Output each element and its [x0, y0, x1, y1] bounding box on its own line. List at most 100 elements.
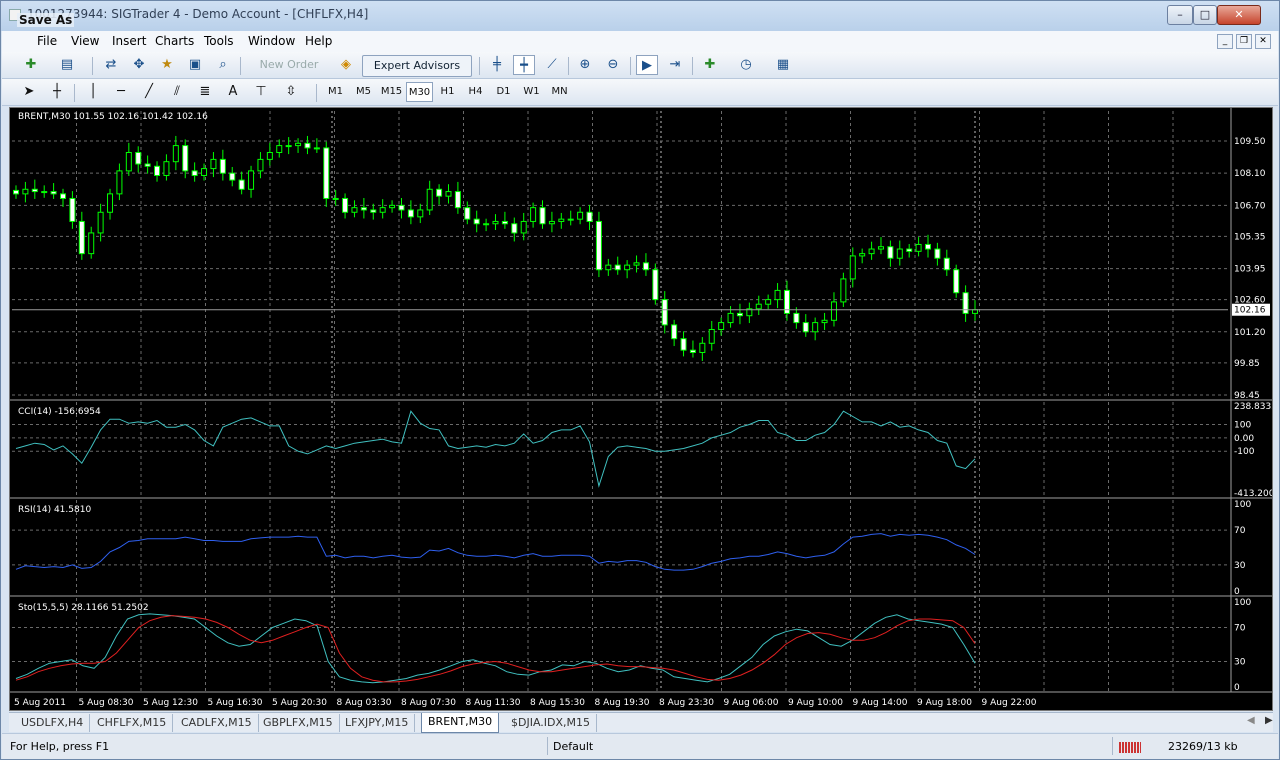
timeframe-mn[interactable]: MN: [546, 82, 573, 102]
tab-cadlfx-m15[interactable]: CADLFX,M15: [175, 714, 259, 732]
timeframe-w1[interactable]: W1: [518, 82, 545, 102]
expert-advisors-button[interactable]: Expert Advisors: [362, 55, 472, 77]
chart-canvas[interactable]: 109.50108.10106.70105.35103.95102.60101.…: [10, 108, 1272, 710]
candle: [943, 257, 950, 271]
candle: [680, 338, 687, 351]
auto-scroll-icon[interactable]: ▶: [636, 55, 658, 75]
chart-window[interactable]: 109.50 108.10 106.70 105.35 103.95 102.60 101.…: [9, 107, 1273, 711]
new-order-button[interactable]: New Order: [248, 55, 330, 77]
meta-editor-icon[interactable]: ◈: [335, 55, 357, 75]
time-axis-label: 8 Aug 07:30: [401, 698, 456, 708]
horizontal-line-icon[interactable]: ─: [110, 82, 132, 102]
timeframe-m1[interactable]: M1: [322, 82, 349, 102]
trendline-icon[interactable]: ╱: [138, 82, 160, 102]
candle: [342, 197, 349, 213]
candle: [398, 204, 405, 211]
templates-icon[interactable]: ▦: [772, 55, 794, 75]
tab-scroll-right-icon[interactable]: ▶: [1265, 715, 1273, 726]
text-label-icon[interactable]: ⊤: [250, 82, 272, 102]
candle: [877, 246, 884, 250]
timeframe-h4[interactable]: H4: [462, 82, 489, 102]
candle: [736, 312, 743, 317]
market-watch-icon[interactable]: ⇄: [100, 55, 122, 75]
connection-status-icon: [1119, 742, 1141, 753]
mdi-restore-button[interactable]: ❐: [1236, 34, 1252, 49]
traffic-counter: 23269/13 kb: [1168, 740, 1238, 753]
menu-file[interactable]: File: [37, 34, 57, 48]
cci-14--line: [15, 410, 976, 488]
candle: [558, 218, 565, 222]
candle: [633, 262, 640, 266]
cursor-icon[interactable]: ➤: [18, 82, 40, 102]
bar-chart-icon[interactable]: ╪: [486, 55, 508, 75]
terminal-icon[interactable]: ▣: [184, 55, 206, 75]
timeframe-d1[interactable]: D1: [490, 82, 517, 102]
status-bar: For Help, press F1 Default 23269/13 kb: [2, 733, 1278, 759]
strategy-tester-icon[interactable]: ⌕: [212, 55, 234, 75]
candle: [332, 197, 339, 200]
candlestick-chart-icon[interactable]: ┿: [513, 55, 535, 75]
navigator-icon[interactable]: ✥: [128, 55, 150, 75]
candle: [379, 207, 386, 213]
candle: [407, 209, 414, 218]
vertical-line-icon[interactable]: │: [82, 82, 104, 102]
tab-lfxjpy-m15[interactable]: LFXJPY,M15: [339, 714, 416, 732]
zoom-in-icon[interactable]: ⊕: [574, 55, 596, 75]
candle: [191, 170, 198, 176]
price-tick-label: 106.70: [1234, 201, 1266, 211]
candle: [50, 191, 57, 195]
indicators-icon[interactable]: ✚: [699, 55, 721, 75]
equidistant-channel-icon[interactable]: ⫽: [166, 82, 188, 102]
timeframe-m30[interactable]: M30: [406, 82, 433, 102]
candle: [210, 158, 217, 170]
title-bar[interactable]: 1001273944: SIGTrader 4 - Demo Account -…: [1, 1, 1279, 31]
chart-shift-icon[interactable]: ⇥: [664, 55, 686, 75]
profiles-icon[interactable]: ▤: [56, 55, 78, 75]
candle: [567, 218, 574, 221]
timeframe-h1[interactable]: H1: [434, 82, 461, 102]
price-tick-label: 109.50: [1234, 137, 1266, 147]
minimize-button[interactable]: –: [1167, 5, 1193, 25]
time-axis-label: 8 Aug 11:30: [466, 698, 521, 708]
tab-usdlfx-h4[interactable]: USDLFX,H4: [15, 714, 91, 732]
menu-window[interactable]: Window: [248, 34, 295, 48]
text-tool-icon[interactable]: A: [222, 82, 244, 102]
tab-brent-m30[interactable]: BRENT,M30: [421, 713, 500, 733]
candle: [163, 161, 170, 176]
crosshair-icon[interactable]: ┼: [46, 82, 68, 102]
candle: [172, 145, 179, 163]
tab-chflfx-m15[interactable]: CHFLFX,M15: [91, 714, 174, 732]
price-tick-label: 108.10: [1234, 169, 1266, 179]
mdi-close-button[interactable]: ✕: [1255, 34, 1271, 49]
line-chart-icon[interactable]: ⟋: [541, 55, 563, 75]
menu-view[interactable]: View: [71, 34, 99, 48]
timeframe-m5[interactable]: M5: [350, 82, 377, 102]
fibonacci-icon[interactable]: ≣: [194, 82, 216, 102]
periods-icon[interactable]: ◷: [735, 55, 757, 75]
time-axis-label: 8 Aug 23:30: [659, 698, 714, 708]
candle: [849, 255, 856, 280]
menu-help[interactable]: Help: [305, 34, 332, 48]
close-button[interactable]: ✕: [1217, 5, 1261, 25]
mdi-minimize-button[interactable]: _: [1217, 34, 1233, 49]
time-axis-label: 5 Aug 20:30: [272, 698, 327, 708]
menu-tools[interactable]: Tools: [204, 34, 234, 48]
candle: [924, 243, 931, 250]
candle: [295, 142, 302, 147]
arrows-icon[interactable]: ⇳: [280, 82, 302, 102]
time-axis-label: 9 Aug 18:00: [917, 698, 972, 708]
zoom-out-icon[interactable]: ⊖: [602, 55, 624, 75]
candle: [31, 188, 38, 193]
menu-insert[interactable]: Insert: [112, 34, 146, 48]
timeframe-m15[interactable]: M15: [378, 82, 405, 102]
indicator-tick-label: 70: [1234, 526, 1246, 536]
new-chart-icon[interactable]: ✚: [20, 55, 42, 75]
maximize-button[interactable]: □: [1193, 5, 1217, 25]
indicator-tick-label: -413.200: [1234, 489, 1272, 499]
tab-scroll-left-icon[interactable]: ◀: [1247, 715, 1255, 726]
menu-charts[interactable]: Charts: [155, 34, 194, 48]
candle: [586, 211, 593, 222]
data-window-icon[interactable]: ★: [156, 55, 178, 75]
tab-djia-idx-m15[interactable]: $DJIA.IDX,M15: [505, 714, 598, 732]
tab-gbplfx-m15[interactable]: GBPLFX,M15: [257, 714, 340, 732]
